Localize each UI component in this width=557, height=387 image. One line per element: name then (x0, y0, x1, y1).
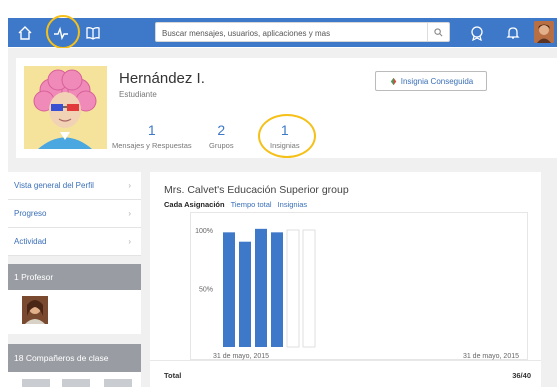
sidebar-item-label: Actividad (14, 237, 47, 246)
chart-bar (271, 232, 283, 347)
chart-bar (239, 241, 251, 347)
badge-earned-button[interactable]: Insignia Conseguida (375, 71, 487, 91)
chart-bar (255, 228, 267, 347)
y-tick-label: 100% (195, 228, 213, 235)
badge-icon[interactable] (466, 22, 488, 44)
teachers-box (8, 290, 141, 334)
classmate-avatar[interactable] (22, 379, 50, 387)
tab-each-assignment[interactable]: Cada Asignación (164, 200, 225, 209)
teachers-heading: 1 Profesor (8, 264, 141, 290)
badge-earned-label: Insignia Conseguida (400, 76, 474, 86)
total-value: 36/40 (512, 371, 531, 380)
x-tick-label: 31 de mayo, 2015 (213, 353, 269, 360)
x-tick-label: 31 de mayo, 2015 (463, 353, 519, 360)
chevron-right-icon: › (128, 181, 131, 190)
stat-badges[interactable]: 1 Insignias (270, 122, 300, 150)
bell-icon[interactable] (502, 22, 524, 44)
tab-badges[interactable]: Insignias (278, 200, 308, 209)
chevron-right-icon: › (128, 209, 131, 218)
total-row: Total 36/40 (150, 360, 541, 387)
search-bar[interactable] (155, 22, 450, 43)
total-label: Total (164, 371, 182, 380)
sidebar-item-profile-overview[interactable]: Vista general del Perfil › (8, 172, 141, 200)
stat-messages[interactable]: 1 Mensajes y Respuestas (112, 122, 192, 150)
stat-groups[interactable]: 2 Grupos (209, 122, 234, 150)
sidebar-item-activity[interactable]: Actividad › (8, 228, 141, 256)
assignment-chart-svg: 100% 50% 31 de mayo, 2015 31 de mayo, 2015 (195, 228, 519, 360)
stat-messages-count: 1 (147, 122, 156, 138)
y-tick-label: 50% (199, 287, 213, 294)
search-input[interactable] (156, 24, 416, 43)
stat-badges-count: 1 (280, 122, 289, 138)
teacher-avatar[interactable] (22, 296, 48, 324)
sidebar-nav: Vista general del Perfil › Progreso › Ac… (8, 172, 141, 256)
profile-header: Hernández I. Estudiante Insignia Consegu… (16, 58, 557, 158)
progress-tabs: Cada Asignación Tiempo total Insignias (164, 200, 307, 209)
stat-groups-count: 2 (217, 122, 226, 138)
book-icon[interactable] (82, 22, 104, 44)
classmates-box (8, 372, 141, 387)
classmate-avatar[interactable] (104, 379, 132, 387)
profile-sidebar: Vista general del Perfil › Progreso › Ac… (8, 172, 141, 387)
sidebar-item-label: Progreso (14, 209, 47, 218)
stat-badges-label: Insignias (270, 141, 300, 150)
activity-icon[interactable] (50, 22, 72, 44)
home-icon[interactable] (14, 22, 36, 44)
group-title: Mrs. Calvet's Educación Superior group (164, 184, 349, 196)
sidebar-item-progress[interactable]: Progreso › (8, 200, 141, 228)
profile-role: Estudiante (119, 90, 157, 99)
sidebar-item-label: Vista general del Perfil (14, 181, 94, 190)
user-avatar[interactable] (534, 21, 554, 43)
chart-bar (286, 229, 300, 348)
profile-name: Hernández I. (119, 70, 205, 87)
classmates-heading: 18 Compañeros de clase (8, 344, 141, 372)
search-button[interactable] (427, 23, 449, 41)
profile-picture (24, 66, 107, 149)
stat-groups-label: Grupos (209, 141, 234, 150)
stat-messages-label: Mensajes y Respuestas (112, 141, 192, 150)
classmate-avatar[interactable] (62, 379, 90, 387)
chart-bar (223, 232, 235, 347)
badge-ribbon-icon (390, 77, 396, 85)
chart-bar (302, 229, 316, 348)
assignment-chart: 100% 50% 31 de mayo, 2015 31 de mayo, 2015 (190, 212, 528, 360)
chevron-right-icon: › (128, 237, 131, 246)
search-icon (434, 27, 443, 36)
group-progress-panel: Mrs. Calvet's Educación Superior group C… (150, 172, 541, 387)
tab-total-time[interactable]: Tiempo total (231, 200, 272, 209)
